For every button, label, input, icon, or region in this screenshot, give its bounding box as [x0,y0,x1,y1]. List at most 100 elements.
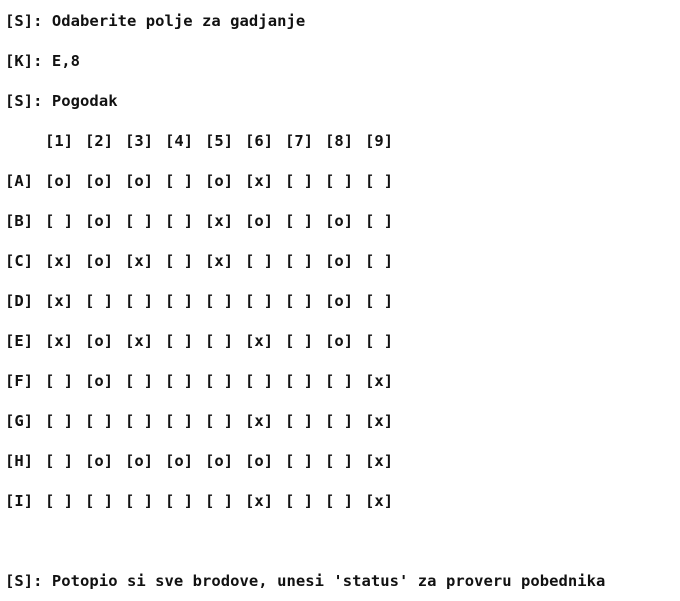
board-cell: [ ] [45,412,74,430]
column-header: [4] [165,132,194,150]
board-cell: [ ] [285,332,314,350]
board-cell: [o] [45,172,74,190]
column-header: [6] [245,132,274,150]
board-cell: [ ] [45,492,74,510]
board-cell: [x] [365,452,394,470]
board-cell: [ ] [365,252,394,270]
board-cell: [x] [125,252,154,270]
board-cell: [ ] [205,332,234,350]
server-prompt-line: [S]: Odaberite polje za gadjanje [5,12,306,30]
board-cell: [x] [365,372,394,390]
board-cell: [x] [245,412,274,430]
board-cell: [ ] [245,372,274,390]
board-cell: [ ] [125,372,154,390]
board-cell: [x] [125,332,154,350]
row-label: [A] [5,172,34,190]
board-cell: [o] [85,332,114,350]
board-cell: [x] [245,332,274,350]
board-cell: [x] [245,172,274,190]
board-cell: [ ] [165,332,194,350]
row-label: [F] [5,372,34,390]
column-header: [3] [125,132,154,150]
board-cell: [x] [205,212,234,230]
board-cell: [ ] [85,412,114,430]
board-cell: [ ] [45,452,74,470]
board-cell: [ ] [325,172,354,190]
row-label: [B] [5,212,34,230]
board-cell: [ ] [285,412,314,430]
board-cell: [ ] [205,372,234,390]
board-cell: [x] [45,332,74,350]
board-cell: [o] [325,332,354,350]
board-cell: [ ] [85,492,114,510]
board-cell: [ ] [365,292,394,310]
board-cell: [o] [245,452,274,470]
row-label: [H] [5,452,34,470]
column-header: [7] [285,132,314,150]
board-cell: [ ] [245,252,274,270]
board-cell: [ ] [365,212,394,230]
board-cell: [o] [85,452,114,470]
row-label: [C] [5,252,34,270]
board-cell: [ ] [165,212,194,230]
board-cell: [ ] [285,292,314,310]
board-cell: [ ] [165,292,194,310]
board-cell: [o] [245,212,274,230]
board-cell: [ ] [165,372,194,390]
board-cell: [ ] [125,412,154,430]
row-label: [E] [5,332,34,350]
board-cell: [ ] [325,412,354,430]
column-header: [5] [205,132,234,150]
board-cell: [ ] [365,332,394,350]
row-label: [D] [5,292,34,310]
board-cell: [x] [245,492,274,510]
column-header: [2] [85,132,114,150]
board-cell: [ ] [285,452,314,470]
board-cell: [ ] [45,372,74,390]
row-label: [G] [5,412,34,430]
board-cell: [ ] [285,212,314,230]
board-cell: [o] [125,452,154,470]
board-cell: [ ] [165,492,194,510]
board-cell: [ ] [205,292,234,310]
board-cell: [ ] [365,172,394,190]
board-cell: [x] [45,252,74,270]
board-header-row: [1] [2] [3] [4] [5] [6] [7] [8] [9] [5,131,393,151]
board-cell: [o] [85,212,114,230]
column-header: [8] [325,132,354,150]
board-cell: [ ] [285,372,314,390]
board-cell: [ ] [45,212,74,230]
board-cell: [o] [85,252,114,270]
board-cell: [o] [205,172,234,190]
board-cell: [ ] [85,292,114,310]
board-cell: [ ] [285,492,314,510]
board-cell: [ ] [325,372,354,390]
board-cell: [ ] [285,172,314,190]
board-cell: [ ] [325,492,354,510]
board-cell: [ ] [245,292,274,310]
board-cell: [o] [85,372,114,390]
board-cell: [o] [85,172,114,190]
board-cell: [ ] [325,452,354,470]
server-final-line: [S]: Potopio si sve brodove, unesi 'stat… [5,572,606,590]
column-header: [1] [45,132,74,150]
board-cell: [ ] [125,292,154,310]
board-cell: [ ] [205,492,234,510]
board-cell: [o] [125,172,154,190]
board-cell: [x] [365,412,394,430]
board-cell: [ ] [165,172,194,190]
board-cell: [o] [205,452,234,470]
board-cell: [ ] [125,212,154,230]
client-input-line: [K]: E,8 [5,52,81,70]
board-cell: [x] [365,492,394,510]
board-cell: [ ] [285,252,314,270]
board-cell: [ ] [165,412,194,430]
board-cell: [o] [165,452,194,470]
row-label: [I] [5,492,34,510]
board-cell: [ ] [205,412,234,430]
server-result-line: [S]: Pogodak [5,92,118,110]
board-cell: [x] [205,252,234,270]
board-cell: [o] [325,292,354,310]
board-cell: [o] [325,212,354,230]
board-cell: [x] [45,292,74,310]
